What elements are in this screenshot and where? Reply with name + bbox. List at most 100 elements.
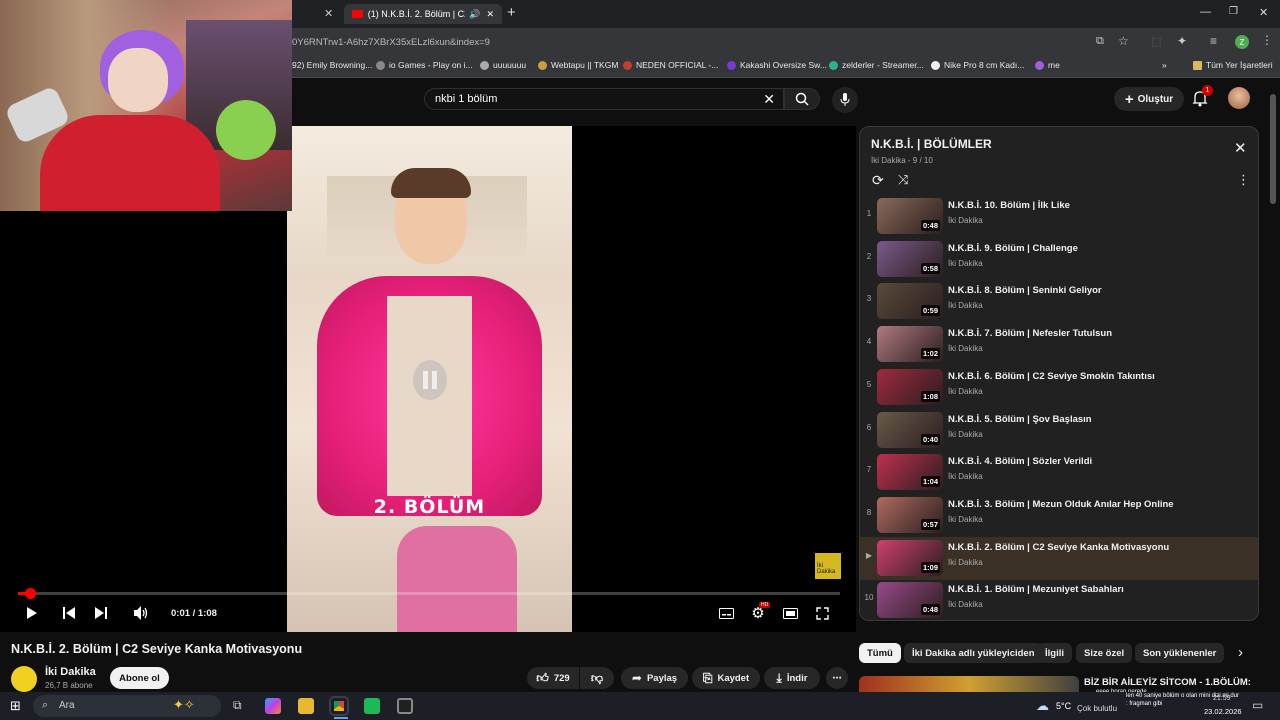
playlist-item-title[interactable]: N.K.B.İ. 3. Bölüm | Mezun Olduk Anılar H… <box>948 499 1174 510</box>
download-button[interactable]: ⤓ İndir <box>764 667 820 689</box>
play-button[interactable] <box>23 605 41 621</box>
playlist-item[interactable]: 5 1:08 N.K.B.İ. 6. Bölüm | C2 Seviye Smoki… <box>860 366 1258 409</box>
file-explorer-icon[interactable] <box>298 698 314 714</box>
extensions-icon[interactable]: ✦ <box>1177 34 1187 48</box>
playlist-item-thumbnail[interactable]: 0:57 <box>877 496 943 533</box>
video-frame[interactable]: 2. BÖLÜM <box>287 126 572 632</box>
playlist-item-thumbnail[interactable]: 0:58 <box>877 240 943 277</box>
bookmark-item[interactable]: Nike Pro 8 cm Kadı... <box>931 60 1024 70</box>
all-bookmarks[interactable]: Tüm Yer İşaretleri <box>1193 60 1273 70</box>
shuffle-icon[interactable]: ⤨ <box>898 172 908 188</box>
playlist-item[interactable]: 2 0:58 N.K.B.İ. 9. Bölüm | Challenge İki Da… <box>860 238 1258 281</box>
audio-icon[interactable]: 🔊 <box>469 9 480 20</box>
volume-button[interactable] <box>132 605 152 621</box>
menu-icon[interactable]: ⋮ <box>1261 33 1273 47</box>
chip-for-you[interactable]: Size özel <box>1076 643 1133 663</box>
search-input[interactable]: nkbi 1 bölüm ✕ <box>424 88 784 110</box>
temperature[interactable]: 5°C <box>1056 701 1071 711</box>
profile-avatar[interactable]: Z <box>1235 35 1249 49</box>
playlist-item-title[interactable]: N.K.B.İ. 4. Bölüm | Sözler Verildi <box>948 456 1092 467</box>
media-icon[interactable]: ≡ <box>1210 34 1217 48</box>
bookmark-item[interactable]: uuuuuuu <box>480 60 526 70</box>
minimize-icon[interactable]: — <box>1200 6 1211 18</box>
playlist-title[interactable]: N.K.B.İ. | BÖLÜMLER <box>871 137 992 151</box>
playlist-item[interactable]: 3 0:59 N.K.B.İ. 8. Bölüm | Seninki Geliyor… <box>860 280 1258 323</box>
clear-search-icon[interactable]: ✕ <box>763 91 775 108</box>
playlist-item-title[interactable]: N.K.B.İ. 8. Bölüm | Seninki Geliyor <box>948 285 1102 296</box>
spotify-icon[interactable] <box>364 698 380 714</box>
playlist-item-thumbnail[interactable]: 0:59 <box>877 283 943 320</box>
bookmark-item[interactable]: Webtapu || TKGM <box>538 60 618 70</box>
playlist-menu-icon[interactable]: ⋮ <box>1237 172 1250 188</box>
playlist-item-thumbnail[interactable]: 1:09 <box>877 539 943 576</box>
playlist-item[interactable]: 8 0:57 N.K.B.İ. 3. Bölüm | Mezun Olduk Anı… <box>860 494 1258 537</box>
bookmark-item[interactable]: me <box>1035 60 1060 70</box>
clock-time[interactable]: 21:59 <box>1213 695 1231 702</box>
chrome-icon[interactable] <box>331 698 347 714</box>
subtitles-button[interactable] <box>717 605 735 621</box>
previous-button[interactable] <box>60 605 78 621</box>
channel-watermark[interactable]: İki Dakika <box>815 553 841 579</box>
playlist-item-title[interactable]: N.K.B.İ. 9. Bölüm | Challenge <box>948 243 1078 254</box>
bookmark-item[interactable]: 92) Emily Browning... <box>292 60 372 70</box>
search-button[interactable] <box>784 88 820 110</box>
save-button[interactable]: ⎘ Kaydet <box>692 667 760 689</box>
user-avatar[interactable] <box>1228 87 1250 109</box>
more-bookmarks-icon[interactable]: » <box>1162 60 1167 70</box>
bookmark-item[interactable]: zelderler - Streamer... <box>829 60 924 70</box>
next-button[interactable] <box>92 605 110 621</box>
playlist-item[interactable]: ▶ 1:09 N.K.B.İ. 2. Bölüm | C2 Seviye Kanka… <box>860 536 1258 580</box>
playlist-item[interactable]: 7 1:04 N.K.B.İ. 4. Bölüm | Sözler Verildi İ… <box>860 451 1258 494</box>
close-window-icon[interactable]: ✕ <box>1259 6 1268 19</box>
tab-active[interactable]: (1) N.K.B.İ. 2. Bölüm | C2 Se 🔊 ✕ <box>344 4 502 24</box>
playlist-item-title[interactable]: N.K.B.İ. 2. Bölüm | C2 Seviye Kanka Moti… <box>948 542 1169 553</box>
playlist-item[interactable]: 6 0:40 N.K.B.İ. 5. Bölüm | Şov Başlasın İki… <box>860 409 1258 452</box>
taskbar-search[interactable]: ⌕ Ara ✦✧ <box>33 695 221 717</box>
bookmark-item[interactable]: NEDEN OFFICIAL -... <box>623 60 718 70</box>
chips-next-icon[interactable]: › <box>1238 644 1243 661</box>
star-icon[interactable]: ☆ <box>1118 34 1129 48</box>
theater-mode-button[interactable] <box>781 605 799 621</box>
new-tab-icon[interactable]: + <box>507 4 516 21</box>
bookmark-item[interactable]: Kakashi Oversize Sw... <box>727 60 827 70</box>
recommended-thumbnail[interactable] <box>859 676 1079 692</box>
loop-icon[interactable]: ⟳ <box>872 172 884 189</box>
voice-search-button[interactable] <box>832 87 858 113</box>
pause-overlay-icon[interactable] <box>413 360 447 400</box>
playlist-item-title[interactable]: N.K.B.İ. 10. Bölüm | İlk Like <box>948 200 1070 211</box>
playlist-item-title[interactable]: N.K.B.İ. 5. Bölüm | Şov Başlasın <box>948 414 1092 425</box>
playlist-item-thumbnail[interactable]: 0:48 <box>877 582 943 619</box>
windows-start-icon[interactable]: ⊞ <box>10 698 21 714</box>
close-tab-icon[interactable]: ✕ <box>486 9 494 20</box>
copilot-app-icon[interactable] <box>265 698 281 714</box>
playlist-item[interactable]: 4 1:02 N.K.B.İ. 7. Bölüm | Nefesler Tutuls… <box>860 323 1258 366</box>
settings-button[interactable]: ⚙ HD <box>749 602 771 622</box>
install-icon[interactable]: ⧉ <box>1096 35 1104 48</box>
like-button[interactable]: 👍︎ 729 <box>527 667 579 689</box>
chip-recent[interactable]: Son yüklenenler <box>1135 643 1225 663</box>
chip-all[interactable]: Tümü <box>859 643 901 663</box>
playlist-item-title[interactable]: N.K.B.İ. 6. Bölüm | C2 Seviye Smokin Tak… <box>948 371 1155 382</box>
progress-bar[interactable] <box>18 588 840 599</box>
obs-icon[interactable] <box>397 698 413 714</box>
playlist-item[interactable]: 10 0:48 N.K.B.İ. 1. Bölüm | Mezuniyet Saba… <box>860 579 1258 620</box>
task-view-icon[interactable]: ⧉ <box>233 698 242 713</box>
create-button[interactable]: + Oluştur <box>1114 87 1184 111</box>
notification-center-icon[interactable]: ▭ <box>1252 698 1263 712</box>
playlist-item[interactable]: 1 0:48 N.K.B.İ. 10. Bölüm | İlk Like İki Da… <box>860 195 1258 238</box>
close-playlist-icon[interactable]: ✕ <box>1234 139 1247 157</box>
playlist-item-title[interactable]: N.K.B.İ. 1. Bölüm | Mezuniyet Sabahları <box>948 584 1124 595</box>
share-button[interactable]: ➦ Paylaş <box>621 667 688 689</box>
playlist-item-thumbnail[interactable]: 0:48 <box>877 198 943 234</box>
url-field[interactable]: 0Y6RNTrw1-A6hz7XBrX35xELzl6xun&index=9 <box>292 37 490 48</box>
recommended-title[interactable]: BİZ BİR AİLEYİZ SİTCOM - 1.BÖLÜM: <box>1084 677 1251 688</box>
notifications-button[interactable]: 1 <box>1192 85 1213 110</box>
close-tab-icon[interactable]: ✕ <box>324 7 333 20</box>
playlist-item-title[interactable]: N.K.B.İ. 7. Bölüm | Nefesler Tutulsun <box>948 328 1112 339</box>
clock-date[interactable]: 23.02.2026 <box>1204 707 1242 716</box>
channel-name[interactable]: İki Dakika <box>45 666 96 678</box>
playlist-item-thumbnail[interactable]: 0:40 <box>877 411 943 448</box>
channel-avatar[interactable] <box>11 666 37 692</box>
restore-icon[interactable]: ❐ <box>1229 6 1238 17</box>
chip-channel[interactable]: İki Dakika adlı yükleyiciden <box>904 643 1043 663</box>
